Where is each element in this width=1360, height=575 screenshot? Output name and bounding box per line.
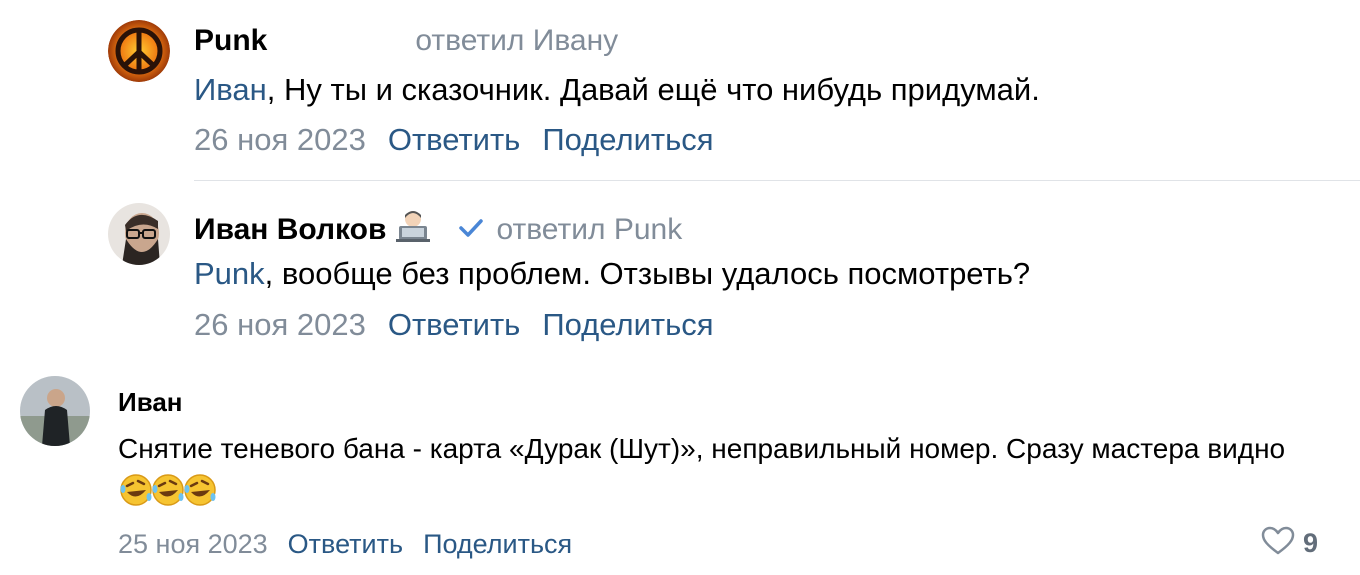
like-button[interactable]: 9: [1261, 526, 1318, 561]
checkmark-icon: [458, 213, 484, 247]
mention-link[interactable]: Punk: [194, 256, 265, 291]
comment-actions: 26 ноя 2023 Ответить Поделиться: [194, 122, 714, 158]
replied-to[interactable]: ответил Punk: [496, 213, 682, 247]
divider: [194, 180, 1360, 181]
author-name[interactable]: Иван Волков: [194, 213, 386, 247]
comment-body: Снятие теневого бана - карта «Дурак (Шут…: [118, 433, 1286, 464]
share-button[interactable]: Поделиться: [423, 529, 572, 560]
comment-header: Иван Волков ответил Punk: [194, 210, 682, 250]
comment-actions: 26 ноя 2023 Ответить Поделиться: [194, 307, 714, 343]
comment-text: Punk, вообще без проблем. Отзывы удалось…: [194, 256, 1030, 292]
rofl-emoji-icon: [150, 472, 186, 522]
avatar[interactable]: [20, 376, 90, 446]
comment-text: Иван, Ну ты и сказочник. Давай ещё что н…: [194, 72, 1040, 108]
comment-header: Punk ответил Ивану: [194, 24, 618, 58]
heart-outline-icon: [1261, 526, 1295, 561]
reply-button[interactable]: Ответить: [288, 529, 403, 560]
comment-body: , вообще без проблем. Отзывы удалось пос…: [264, 256, 1031, 291]
avatar[interactable]: [108, 20, 170, 82]
rofl-emoji-icon: [182, 472, 218, 522]
share-button[interactable]: Поделиться: [542, 122, 713, 158]
share-button[interactable]: Поделиться: [542, 307, 713, 343]
avatar[interactable]: [108, 203, 170, 265]
comment-date[interactable]: 26 ноя 2023: [194, 307, 366, 343]
comment-text: Снятие теневого бана - карта «Дурак (Шут…: [118, 426, 1298, 522]
comment-header: Иван: [118, 387, 183, 418]
author-name[interactable]: Punk: [194, 24, 267, 58]
rofl-emoji-icon: [118, 472, 154, 522]
mention-link[interactable]: Иван: [194, 72, 267, 107]
technologist-emoji-icon: [396, 210, 431, 250]
author-name[interactable]: Иван: [118, 387, 183, 418]
replied-to[interactable]: ответил Ивану: [415, 24, 618, 58]
comment-actions: 25 ноя 2023 Ответить Поделиться: [118, 529, 572, 560]
user-photo-avatar: [20, 376, 90, 446]
comment-body: , Ну ты и сказочник. Давай ещё что нибуд…: [266, 72, 1040, 107]
like-count: 9: [1302, 528, 1318, 558]
peace-sign-avatar-icon: [108, 20, 170, 82]
comment-date[interactable]: 26 ноя 2023: [194, 122, 366, 158]
user-photo-avatar: [108, 203, 170, 265]
reply-button[interactable]: Ответить: [388, 122, 521, 158]
reply-button[interactable]: Ответить: [388, 307, 521, 343]
comment-date[interactable]: 25 ноя 2023: [118, 529, 268, 560]
